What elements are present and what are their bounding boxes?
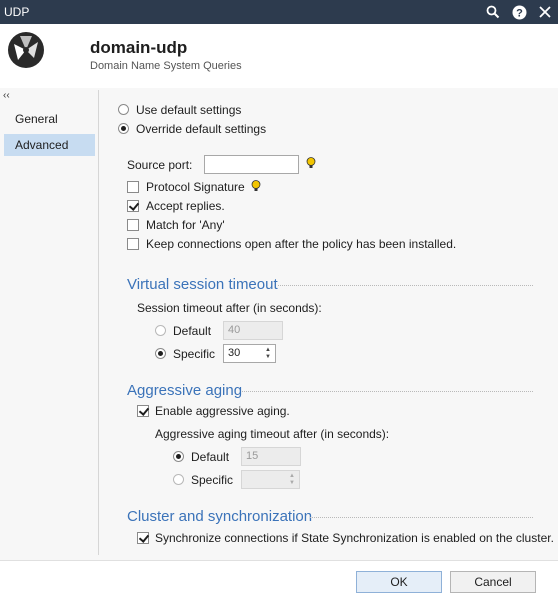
virtual-session-heading: Virtual session timeout	[127, 276, 278, 293]
nav-item-general[interactable]: General	[4, 108, 95, 130]
ok-button[interactable]: OK	[356, 571, 442, 593]
service-logo-icon	[6, 30, 46, 70]
session-default-value: 40	[223, 321, 283, 340]
section-divider	[310, 517, 533, 518]
svg-text:?: ?	[516, 7, 523, 19]
aging-default-label: Default	[191, 450, 230, 464]
aging-specific-stepper: ▲ ▼	[241, 470, 300, 489]
match-any-checkbox[interactable]	[127, 219, 139, 231]
protocol-signature-checkbox[interactable]	[127, 181, 139, 193]
accept-replies-label: Accept replies.	[146, 199, 225, 213]
source-port-input[interactable]	[204, 155, 299, 174]
aging-timeout-label: Aggressive aging timeout after (in secon…	[155, 427, 390, 441]
use-default-label: Use default settings	[136, 103, 242, 117]
protocol-signature-label: Protocol Signature	[146, 180, 245, 194]
nav-item-advanced[interactable]: Advanced	[4, 134, 95, 156]
spin-arrows-icon: ▲ ▼	[289, 472, 295, 486]
override-default-label: Override default settings	[136, 122, 267, 136]
session-specific-value: 30	[228, 347, 241, 359]
window-title: UDP	[4, 5, 30, 19]
use-default-radio[interactable]	[118, 104, 129, 115]
cluster-sync-heading: Cluster and synchronization	[127, 508, 313, 525]
enable-aggressive-aging-label: Enable aggressive aging.	[155, 404, 290, 418]
object-description: Domain Name System Queries	[90, 60, 242, 72]
close-icon[interactable]	[532, 0, 558, 24]
session-specific-radio[interactable]	[155, 348, 166, 359]
section-divider	[242, 391, 533, 392]
aging-default-radio[interactable]	[173, 451, 184, 462]
accept-replies-checkbox[interactable]	[127, 200, 139, 212]
session-timeout-label: Session timeout after (in seconds):	[137, 301, 322, 315]
keep-connections-label: Keep connections open after the policy h…	[146, 237, 457, 251]
match-any-label: Match for 'Any'	[146, 218, 225, 232]
session-specific-label: Specific	[173, 347, 216, 361]
source-port-label: Source port:	[127, 158, 193, 172]
object-name: domain-udp	[90, 38, 188, 57]
cancel-button[interactable]: Cancel	[450, 571, 536, 593]
aging-specific-radio[interactable]	[173, 474, 184, 485]
override-default-radio[interactable]	[118, 123, 129, 134]
session-default-radio[interactable]	[155, 325, 166, 336]
title-bar: UDP ?	[0, 0, 558, 24]
tip-icon[interactable]	[251, 180, 261, 192]
aging-specific-label: Specific	[191, 473, 234, 487]
aggressive-aging-heading: Aggressive aging	[127, 382, 243, 399]
sync-connections-checkbox[interactable]	[137, 532, 149, 544]
session-default-label: Default	[173, 324, 212, 338]
session-specific-stepper[interactable]: 30 ▲ ▼	[223, 344, 276, 363]
search-icon[interactable]	[480, 0, 506, 24]
tip-icon[interactable]	[306, 157, 316, 169]
enable-aggressive-aging-checkbox[interactable]	[137, 405, 149, 417]
help-icon[interactable]: ?	[506, 0, 532, 24]
spin-arrows-icon[interactable]: ▲ ▼	[261, 345, 275, 362]
collapse-nav-icon[interactable]: ‹‹	[3, 90, 10, 101]
object-header: domain-udp Domain Name System Queries	[0, 24, 558, 88]
nav-divider	[98, 90, 99, 555]
keep-connections-checkbox[interactable]	[127, 238, 139, 250]
aging-default-value: 15	[241, 447, 301, 466]
sync-connections-label: Synchronize connections if State Synchro…	[155, 531, 554, 545]
section-divider	[278, 285, 533, 286]
